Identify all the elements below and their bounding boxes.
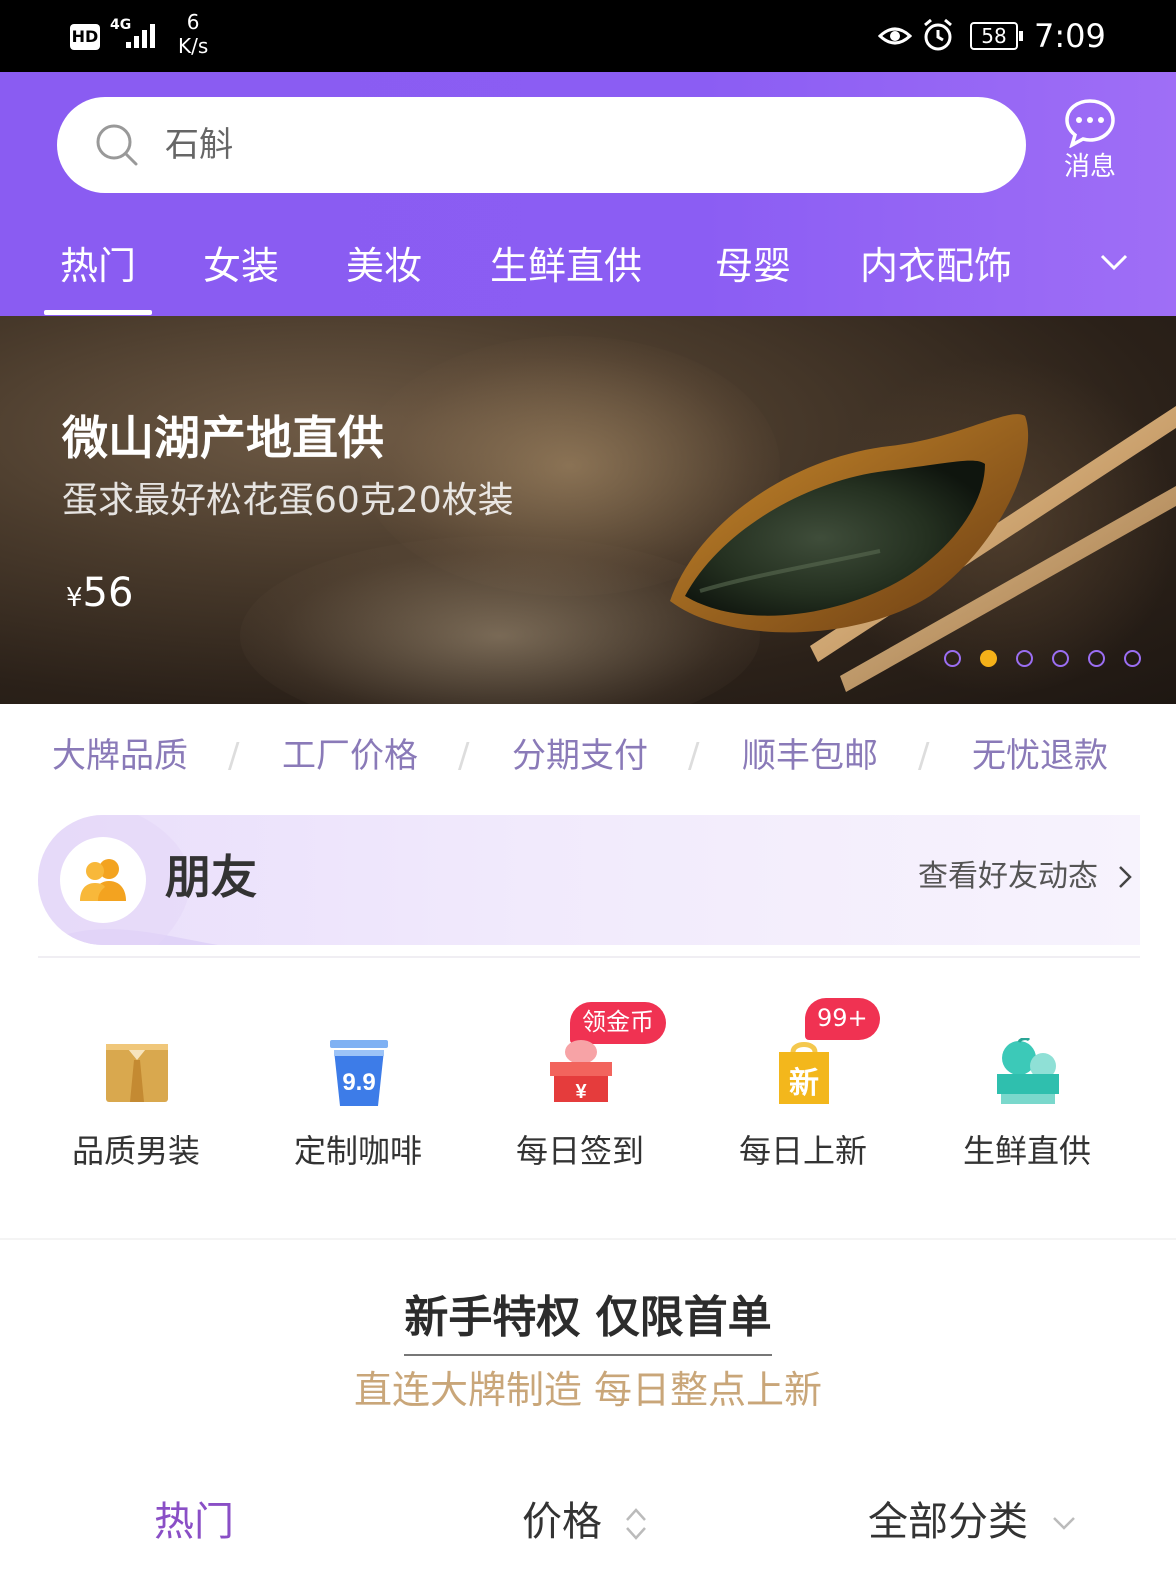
friends-avatar <box>60 837 146 923</box>
category-tabs: 热门 女装 美妆 生鲜直供 母婴 内衣配饰 <box>0 238 1176 316</box>
alarm-icon <box>924 18 952 51</box>
tab-beauty[interactable]: 美妆 <box>346 238 422 294</box>
feature-installments: 分期支付 <box>512 736 648 776</box>
filter-hot[interactable]: 热门 <box>154 1494 234 1550</box>
quick-link-label: 每日签到 <box>515 1132 644 1170</box>
friends-card[interactable]: 朋友 查看好友动态 <box>38 815 1140 945</box>
quick-link-label: 品质男装 <box>71 1132 200 1170</box>
divider: / <box>688 736 700 776</box>
tab-lingerie[interactable]: 内衣配饰 <box>860 238 1012 294</box>
new-tag-text: 新 <box>789 1066 819 1101</box>
speed-unit: K/s <box>178 34 209 58</box>
carousel-dot[interactable] <box>944 650 961 667</box>
fresh-fruit-icon <box>997 1038 1059 1104</box>
filter-category-label: 全部分类 <box>868 1499 1028 1545</box>
quick-link-menswear[interactable]: 品质男装 <box>46 958 226 1238</box>
divider: / <box>458 736 470 776</box>
carousel-dot[interactable] <box>1016 650 1033 667</box>
eye-icon <box>878 27 912 45</box>
speed-value: 6 <box>186 10 200 34</box>
banner-price: ¥56 <box>66 566 133 625</box>
carousel-dot-active[interactable] <box>980 650 997 667</box>
quick-link-label: 生鲜直供 <box>962 1132 1091 1170</box>
promo-underline <box>404 1354 772 1356</box>
new-bag-icon: 新 <box>779 1042 829 1104</box>
quick-link-daily-new[interactable]: 99+ 新 每日上新 <box>713 958 893 1238</box>
clock: 7:09 <box>1034 17 1106 55</box>
banner-title: 微山湖产地直供 <box>62 411 384 465</box>
carousel-dot[interactable] <box>1088 650 1105 667</box>
quick-link-coffee[interactable]: 9.9 定制咖啡 <box>268 958 448 1238</box>
network-speed: 6 K/s <box>178 10 208 58</box>
chevron-down-icon <box>1052 1517 1075 1530</box>
hd-indicator: HD <box>70 24 100 50</box>
filter-price[interactable]: 价格 <box>522 1494 649 1550</box>
tab-fresh[interactable]: 生鲜直供 <box>490 238 642 294</box>
tab-baby[interactable]: 母婴 <box>715 238 791 294</box>
sort-icon <box>625 1508 646 1540</box>
view-friends-activity-link[interactable]: 查看好友动态 <box>918 855 1098 899</box>
search-icon <box>96 124 138 166</box>
promo-banner[interactable]: 微山湖产地直供 蛋求最好松花蛋60克20枚装 ¥56 <box>0 316 1176 704</box>
signal-icon <box>126 24 155 48</box>
gift-currency-text: ¥ <box>575 1081 587 1103</box>
feature-worry-free-refund: 无忧退款 <box>972 736 1108 776</box>
price-value: 56 <box>82 570 134 616</box>
feature-factory-price: 工厂价格 <box>282 736 418 776</box>
menswear-icon <box>106 1044 168 1102</box>
divider <box>0 1238 1176 1240</box>
divider: / <box>918 736 930 776</box>
header: 石斛 消息 热门 女装 美妆 生鲜直供 母婴 内衣配饰 <box>0 72 1176 316</box>
banner-subtitle: 蛋求最好松花蛋60克20枚装 <box>62 480 514 521</box>
promo-subtitle: 直连大牌制造 每日整点上新 <box>353 1368 823 1412</box>
filter-price-label: 价格 <box>522 1499 602 1545</box>
quick-link-fresh[interactable]: 生鲜直供 <box>937 958 1117 1238</box>
filter-bar: 热门 价格 全部分类 <box>0 1476 1176 1566</box>
coffee-price-text: 9.9 <box>342 1069 375 1096</box>
coffee-cup-icon: 9.9 <box>330 1040 388 1106</box>
carousel-dot[interactable] <box>1052 650 1069 667</box>
badge-count: 99+ <box>805 998 880 1040</box>
quick-link-checkin[interactable]: 领金币 ¥ 每日签到 <box>490 958 670 1238</box>
divider: / <box>228 736 240 776</box>
filter-category[interactable]: 全部分类 <box>868 1494 1077 1550</box>
promo-title: 新手特权 仅限首单 <box>404 1292 772 1343</box>
tab-hot[interactable]: 热门 <box>43 238 153 315</box>
people-icon <box>80 859 126 901</box>
quick-link-label: 定制咖啡 <box>293 1132 422 1170</box>
feature-free-shipping: 顺丰包邮 <box>742 736 878 776</box>
service-features: 大牌品质 / 工厂价格 / 分期支付 / 顺丰包邮 / 无忧退款 <box>0 704 1176 808</box>
friends-title: 朋友 <box>165 850 257 904</box>
message-label: 消息 <box>1063 152 1116 182</box>
battery-indicator: 58 <box>970 22 1023 50</box>
quick-links: 品质男装 9.9 定制咖啡 领金币 ¥ 每日签到 99+ 新 每日上新 生鲜直供 <box>0 958 1176 1238</box>
tab-womens[interactable]: 女装 <box>203 238 279 294</box>
gift-box-icon: ¥ <box>550 1040 612 1103</box>
search-input[interactable]: 石斛 <box>57 97 1026 193</box>
currency-symbol: ¥ <box>66 583 83 613</box>
chevron-right-icon[interactable] <box>1118 865 1132 889</box>
status-bar: HD 4G 6 K/s 58 7:09 <box>0 0 1176 72</box>
feature-brand-quality: 大牌品质 <box>52 736 188 776</box>
chevron-down-icon[interactable] <box>1100 252 1128 272</box>
chat-bubble-icon <box>1065 99 1115 148</box>
carousel-dot[interactable] <box>1124 650 1141 667</box>
quick-link-label: 每日上新 <box>738 1132 867 1170</box>
message-button[interactable]: 消息 <box>1050 94 1130 194</box>
search-placeholder: 石斛 <box>165 125 233 165</box>
